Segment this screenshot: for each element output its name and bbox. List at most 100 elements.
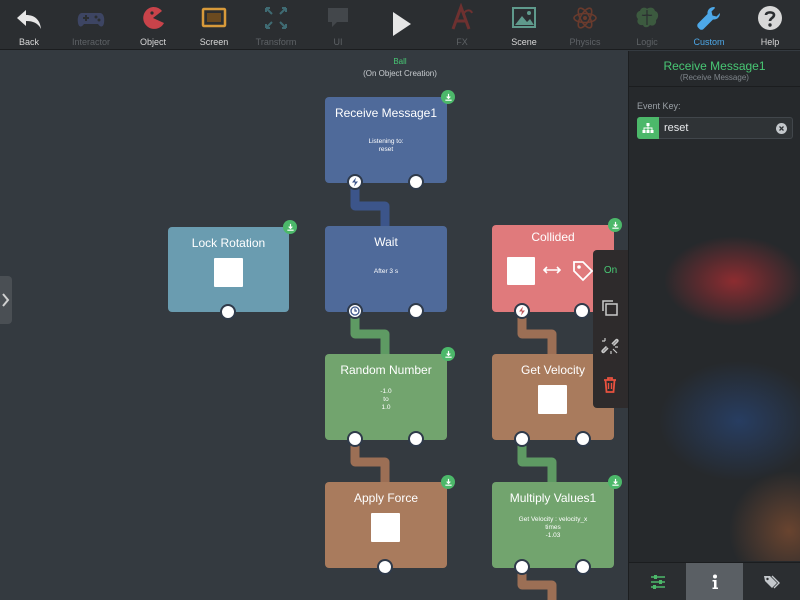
fx-label: FX [456, 37, 468, 47]
left-drawer-handle[interactable] [0, 276, 12, 324]
object-box[interactable] [538, 385, 567, 414]
event-key-field[interactable]: reset [637, 117, 793, 139]
toggle-box[interactable] [214, 258, 243, 287]
clear-icon[interactable] [776, 123, 787, 134]
play-button[interactable] [368, 0, 432, 50]
block-body: -1.0 to 1.0 [380, 388, 392, 411]
output-socket[interactable] [220, 304, 236, 320]
tab-info[interactable] [686, 563, 743, 600]
event-key-label: Event Key: [637, 101, 681, 111]
block-body: After 3 s [373, 268, 399, 275]
tab-tags[interactable] [743, 563, 800, 600]
play-icon [393, 12, 411, 36]
timer-socket[interactable] [347, 303, 363, 319]
gamepad-icon [77, 13, 105, 27]
panel-tabs [629, 562, 800, 600]
output-socket[interactable] [574, 303, 590, 319]
block-receive-message[interactable]: Receive Message1 Listening to: reset [325, 90, 455, 190]
block-body: Get Velocity : velocity_x times -1.03 [518, 516, 588, 539]
block-lock-rotation[interactable]: Lock Rotation [168, 220, 297, 320]
clock-icon [350, 306, 360, 316]
download-badge-icon[interactable] [608, 475, 622, 489]
block-wait[interactable]: Wait After 3 s [325, 226, 447, 319]
block-title: Collided [531, 230, 575, 244]
pacman-icon [143, 6, 164, 29]
physics-button[interactable]: Physics [553, 0, 617, 50]
blurred-preview [629, 151, 800, 561]
block-title: Random Number [340, 363, 432, 377]
input-socket[interactable] [514, 559, 530, 575]
block-title: Multiply Values1 [509, 491, 597, 505]
trigger-socket[interactable] [347, 174, 363, 190]
output-socket[interactable] [408, 431, 424, 447]
output-socket[interactable] [377, 559, 393, 575]
output-socket[interactable] [408, 303, 424, 319]
panel-divider [629, 86, 800, 87]
tag-icon[interactable] [572, 260, 594, 282]
fx-button[interactable]: FX [430, 0, 494, 50]
self-object-box[interactable] [507, 257, 535, 285]
download-badge-icon[interactable] [441, 347, 455, 361]
actor-name: Ball [393, 57, 407, 66]
atom-icon [573, 7, 597, 29]
lightning-icon [352, 177, 358, 187]
duplicate-icon[interactable] [600, 298, 620, 318]
input-socket[interactable] [514, 431, 530, 447]
panel-title: Receive Message1 [663, 59, 766, 73]
trigger-socket[interactable] [514, 303, 530, 319]
unlink-icon[interactable] [600, 336, 620, 356]
interactor-button[interactable]: Interactor [59, 0, 123, 50]
download-badge-icon[interactable] [608, 218, 622, 232]
toolbar: Back Interactor Object Screen Transform … [0, 0, 800, 50]
back-arrow-icon [17, 10, 41, 29]
speech-bubble-icon [328, 8, 348, 27]
connector-collided-getvelocity [517, 312, 557, 356]
block-title: Receive Message1 [334, 106, 438, 120]
output-socket[interactable] [408, 174, 424, 190]
trash-icon[interactable] [600, 375, 620, 395]
block-multiply-values[interactable]: Multiply Values1 Get Velocity : velocity… [492, 475, 622, 575]
object-box[interactable] [371, 513, 400, 542]
input-socket[interactable] [347, 431, 363, 447]
tags-icon [763, 575, 780, 589]
block-random-number[interactable]: Random Number -1.0 to 1.0 [325, 347, 455, 447]
tab-attributes[interactable] [629, 563, 686, 600]
ui-label: UI [333, 37, 343, 47]
logic-button[interactable]: Logic [615, 0, 679, 50]
lightning-icon [519, 306, 525, 316]
toggle-on-button[interactable]: On [593, 265, 628, 276]
physics-label: Physics [569, 37, 601, 47]
block-title: Wait [374, 235, 398, 249]
output-socket[interactable] [575, 559, 591, 575]
screen-button[interactable]: Screen [182, 0, 246, 50]
chevron-right-icon [2, 293, 10, 307]
custom-button[interactable]: Custom [677, 0, 741, 50]
download-badge-icon[interactable] [283, 220, 297, 234]
transform-button[interactable]: Transform [244, 0, 308, 50]
download-badge-icon[interactable] [441, 475, 455, 489]
block-title: Apply Force [353, 491, 419, 505]
interactor-label: Interactor [71, 37, 111, 47]
download-badge-icon[interactable] [441, 90, 455, 104]
properties-panel: Receive Message1 (Receive Message) Event… [628, 51, 800, 600]
fx-icon [451, 3, 473, 30]
block-context-menu: On [593, 250, 628, 408]
logic-label: Logic [636, 37, 658, 47]
hierarchy-icon [637, 117, 659, 139]
help-button[interactable]: Help [738, 0, 800, 50]
back-button[interactable]: Back [0, 0, 61, 50]
transform-icon [265, 7, 287, 29]
transform-label: Transform [255, 37, 297, 47]
object-button[interactable]: Object [121, 0, 185, 50]
actor-event: (On Object Creation) [363, 69, 437, 78]
connector-receive-wait [350, 184, 390, 228]
connector-random-applyforce [350, 440, 390, 484]
event-key-value[interactable]: reset [664, 122, 688, 134]
scene-button[interactable]: Scene [492, 0, 556, 50]
ui-button[interactable]: UI [306, 0, 370, 50]
output-socket[interactable] [575, 431, 591, 447]
panel-subtitle: (Receive Message) [680, 73, 749, 82]
screen-label: Screen [199, 37, 229, 47]
block-apply-force[interactable]: Apply Force [325, 475, 455, 575]
connector-getvelocity-multiply [517, 440, 557, 484]
